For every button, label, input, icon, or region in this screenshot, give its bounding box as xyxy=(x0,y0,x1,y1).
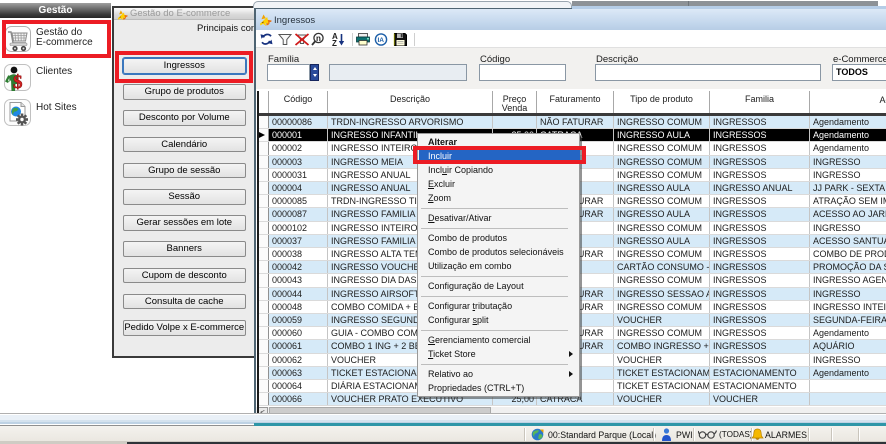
svg-text:IA: IA xyxy=(378,37,385,44)
svg-text:Z: Z xyxy=(332,39,337,48)
svg-text:n: n xyxy=(316,34,321,43)
svg-text:$: $ xyxy=(13,72,23,93)
